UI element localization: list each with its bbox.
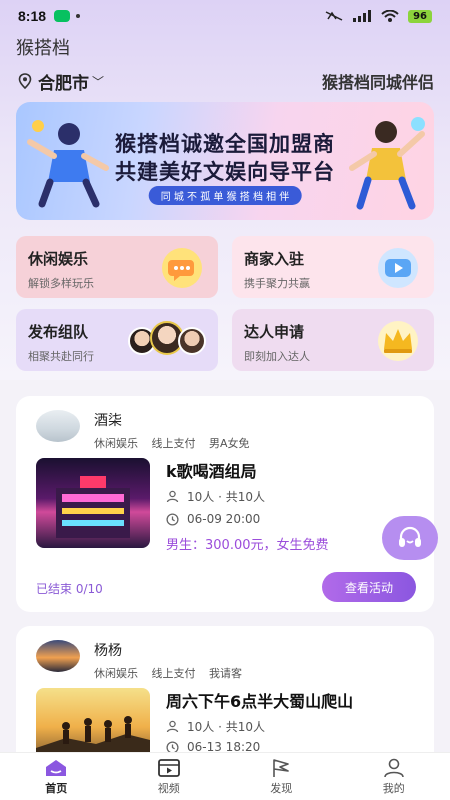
tag-fee-rule: 男A女免 — [209, 437, 250, 450]
video-play-icon — [378, 248, 418, 288]
notification-dot-icon — [76, 14, 81, 18]
flag-icon — [273, 758, 290, 777]
participants-row: 10人 · 共10人 — [166, 488, 265, 505]
chat-bubble-icon — [162, 248, 202, 288]
tag-fee-rule: 我请客 — [209, 667, 242, 680]
status-bar: 8:18 96 — [0, 0, 450, 32]
person-icon — [166, 490, 179, 503]
user-name: 酒柒 — [94, 413, 122, 429]
mute-icon — [325, 11, 343, 21]
bottom-tab-bar: 首页 视频 发现 我的 — [0, 752, 450, 800]
tab-discover[interactable]: 发现 — [225, 753, 338, 800]
tag-payment: 线上支付 — [151, 667, 196, 680]
signal-icon — [353, 10, 372, 22]
banner-tagline: 同 城 不 孤 单 猴 搭 档 相 伴 — [148, 186, 302, 205]
tile-leisure[interactable]: 休闲娱乐 解锁多样玩乐 — [16, 236, 218, 298]
wifi-icon — [381, 10, 399, 22]
person-icon — [166, 720, 179, 733]
banner-title-line2: 共建美好文娱向导平台 — [115, 160, 335, 184]
tile-team-post[interactable]: 发布组队 相聚共赴同行 — [16, 309, 218, 371]
activity-title: 周六下午6点半大蜀山爬山 — [166, 692, 354, 711]
promo-banner[interactable]: 猴搭档诚邀全国加盟商 共建美好文娱向导平台 同 城 不 孤 单 猴 搭 档 相 … — [16, 102, 434, 220]
headset-icon — [399, 526, 421, 547]
tile-talent-apply[interactable]: 达人申请 即刻加入达人 — [232, 309, 434, 371]
crown-icon — [378, 321, 418, 361]
wechat-notification-icon — [54, 10, 71, 22]
participants-count: 10人 · 共10人 — [187, 720, 265, 734]
activity-time: 06-09 20:00 — [187, 512, 261, 526]
location-pin-icon — [18, 73, 32, 89]
tab-label: 我的 — [382, 781, 405, 795]
status-time: 8:18 — [18, 8, 47, 24]
time-row: 06-09 20:00 — [166, 512, 260, 526]
app-title: 猴搭档 — [16, 38, 70, 59]
participants-row: 10人 · 共10人 — [166, 718, 265, 735]
activity-thumbnail[interactable] — [36, 458, 150, 548]
tag-category: 休闲娱乐 — [94, 667, 138, 680]
avatar[interactable] — [36, 640, 80, 672]
city-label: 合肥市 — [38, 73, 89, 94]
price-info: 男生：300.00元，女生免费 — [166, 538, 329, 553]
activity-tags: 休闲娱乐 线上支付 男A女免 — [94, 435, 260, 451]
participants-count: 10人 · 共10人 — [187, 490, 265, 504]
city-selector[interactable]: 合肥市 ﹀ — [38, 69, 104, 94]
tab-video[interactable]: 视频 — [113, 753, 226, 800]
avatar — [178, 327, 206, 355]
customer-service-button[interactable] — [382, 516, 438, 560]
home-icon — [46, 759, 67, 776]
app-slogan: 猴搭档同城伴侣 — [321, 73, 434, 92]
card-user-row: 杨杨 休闲娱乐 线上支付 我请客 — [36, 640, 252, 681]
banner-title-line1: 猴搭档诚邀全国加盟商 — [115, 132, 335, 156]
clock-icon — [166, 512, 179, 526]
category-grid: 休闲娱乐 解锁多样玩乐 商家入驻 携手聚力共赢 发布组队 相聚共赴同行 达人申请… — [16, 236, 434, 372]
tab-home[interactable]: 首页 — [0, 753, 113, 800]
status-badge: 已结束 0/10 — [36, 582, 103, 596]
user-icon — [383, 758, 404, 777]
tab-label: 发现 — [270, 781, 293, 795]
activity-tags: 休闲娱乐 线上支付 我请客 — [94, 665, 252, 681]
user-name: 杨杨 — [94, 643, 122, 659]
avatar[interactable] — [36, 410, 80, 442]
tab-label: 视频 — [157, 781, 180, 795]
battery-indicator: 96 — [408, 9, 432, 23]
activity-card[interactable]: 酒柒 休闲娱乐 线上支付 男A女免 k歌喝酒组局 10人 · 共10人 06-0… — [16, 396, 434, 612]
video-icon — [157, 758, 180, 777]
tile-merchant[interactable]: 商家入驻 携手聚力共赢 — [232, 236, 434, 298]
location-row: 合肥市 ﹀ 猴搭档同城伴侣 — [18, 68, 434, 94]
card-user-row: 酒柒 休闲娱乐 线上支付 男A女免 — [36, 410, 260, 451]
tab-label: 首页 — [45, 781, 68, 795]
view-activity-button[interactable]: 查看活动 — [322, 572, 416, 602]
tag-category: 休闲娱乐 — [94, 437, 138, 450]
chevron-down-icon: ﹀ — [92, 74, 105, 89]
activity-title: k歌喝酒组局 — [166, 462, 257, 481]
tag-payment: 线上支付 — [151, 437, 196, 450]
team-avatars — [128, 321, 206, 355]
tab-profile[interactable]: 我的 — [338, 753, 450, 800]
activity-card[interactable]: 杨杨 休闲娱乐 线上支付 我请客 周六下午6点半大蜀山爬山 10人 · 共10人… — [16, 626, 434, 766]
